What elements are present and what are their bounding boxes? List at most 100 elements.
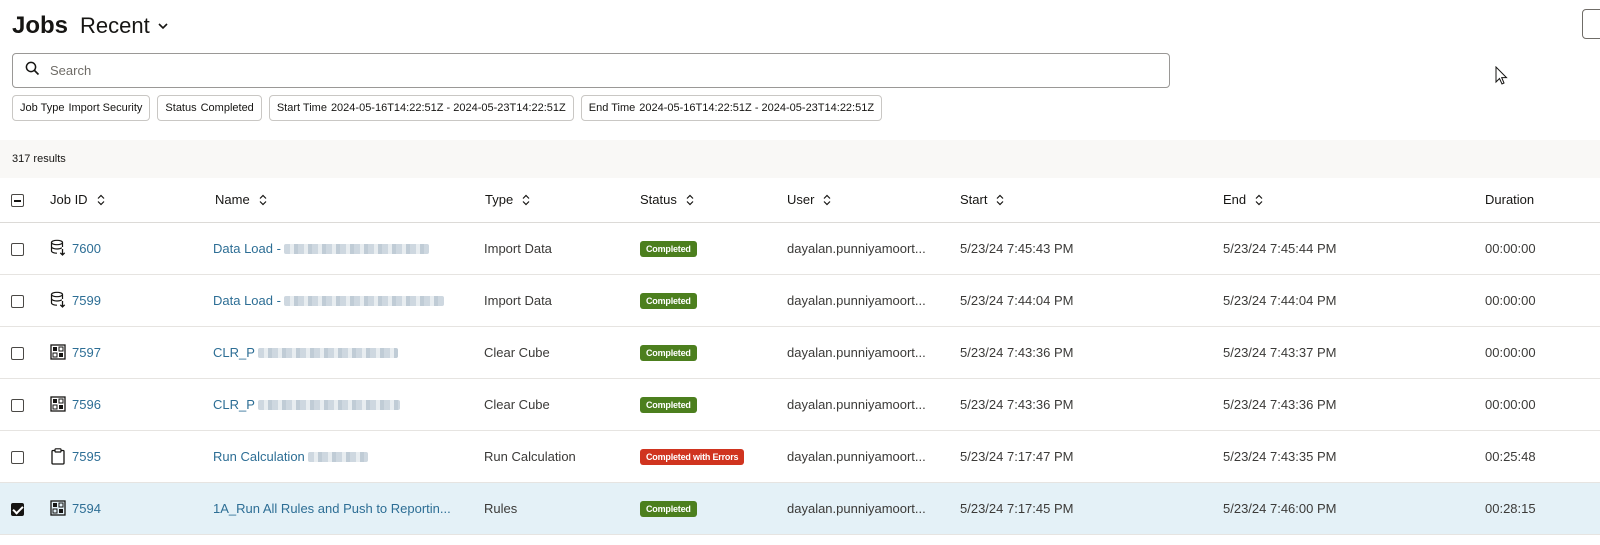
row-checkbox[interactable] <box>11 398 24 412</box>
job-type: Clear Cube <box>472 378 628 431</box>
job-name: Data Load - <box>213 292 281 308</box>
job-name-link[interactable]: CLR_P <box>213 345 472 360</box>
row-checkbox[interactable] <box>11 294 24 308</box>
job-start: 5/23/24 7:43:36 PM <box>953 378 1216 431</box>
job-duration: 00:25:48 <box>1478 430 1600 483</box>
row-checkbox[interactable] <box>11 346 24 360</box>
sort-icon <box>521 194 531 206</box>
job-name: Data Load - <box>213 240 281 256</box>
mouse-pointer-icon <box>1495 65 1509 91</box>
sort-icon <box>96 194 106 206</box>
job-end: 5/23/24 7:45:44 PM <box>1216 222 1478 275</box>
column-header-name[interactable]: Name <box>215 192 472 207</box>
row-checkbox[interactable] <box>11 242 24 256</box>
table-row[interactable]: 7599 Data Load - Import Data Completed d… <box>0 274 1600 327</box>
job-end: 5/23/24 7:44:04 PM <box>1216 274 1478 327</box>
row-checkbox[interactable] <box>11 450 24 464</box>
filter-chips: Job Type Import Security Status Completed … <box>12 95 883 121</box>
job-name-link[interactable]: Data Load - <box>213 241 472 256</box>
table-header-row: Job ID Name Type Status User Start End D… <box>0 178 1600 223</box>
job-type: Import Data <box>472 222 628 275</box>
status-badge: Completed <box>640 292 697 309</box>
job-user: dayalan.punniyamoort... <box>778 326 953 379</box>
job-duration: 00:00:00 <box>1478 222 1600 275</box>
job-start: 5/23/24 7:44:04 PM <box>953 274 1216 327</box>
select-all-checkbox[interactable] <box>11 194 24 208</box>
job-duration: 00:00:00 <box>1478 326 1600 379</box>
job-name-link[interactable]: Data Load - <box>213 293 472 308</box>
table-row[interactable]: 7594 1A_Run All Rules and Push to Report… <box>0 482 1600 535</box>
page-title: Jobs <box>12 12 69 39</box>
job-end: 5/23/24 7:46:00 PM <box>1216 482 1478 535</box>
table-row[interactable]: 7600 Data Load - Import Data Completed d… <box>0 222 1600 275</box>
view-selector[interactable]: Recent <box>80 13 170 39</box>
sort-icon <box>995 194 1005 206</box>
column-header-type[interactable]: Type <box>485 192 628 207</box>
status-badge: Completed <box>640 396 697 413</box>
job-name-link[interactable]: CLR_P <box>213 397 472 412</box>
clipboard-icon <box>50 447 66 465</box>
database-import-icon <box>50 239 66 257</box>
job-duration: 00:00:00 <box>1478 378 1600 431</box>
job-type: Run Calculation <box>472 430 628 483</box>
job-id-link[interactable]: 7600 <box>72 241 101 256</box>
sort-icon <box>685 194 695 206</box>
job-end: 5/23/24 7:43:35 PM <box>1216 430 1478 483</box>
job-name-link[interactable]: Run Calculation <box>213 449 472 464</box>
job-type: Rules <box>472 482 628 535</box>
redacted-text <box>283 296 444 307</box>
job-id-link[interactable]: 7597 <box>72 345 101 360</box>
column-header-duration[interactable]: Duration <box>1485 192 1600 207</box>
job-duration: 00:28:15 <box>1478 482 1600 535</box>
job-user: dayalan.punniyamoort... <box>778 222 953 275</box>
column-header-status[interactable]: Status <box>640 192 778 207</box>
job-start: 5/23/24 7:17:45 PM <box>953 482 1216 535</box>
job-type: Clear Cube <box>472 326 628 379</box>
column-header-start[interactable]: Start <box>960 192 1216 207</box>
sort-icon <box>822 194 832 206</box>
job-id-link[interactable]: 7596 <box>72 397 101 412</box>
job-start: 5/23/24 7:43:36 PM <box>953 326 1216 379</box>
sort-icon <box>258 194 268 206</box>
status-badge: Completed <box>640 344 697 361</box>
redacted-text <box>257 348 398 359</box>
toolbar-action-button[interactable] <box>1582 9 1600 39</box>
row-checkbox[interactable] <box>11 502 24 516</box>
redacted-text <box>257 400 400 411</box>
status-badge: Completed with Errors <box>640 448 745 465</box>
results-count: 317 results <box>12 153 66 165</box>
chevron-down-icon <box>156 19 170 33</box>
filter-chip-status[interactable]: Status Completed <box>157 95 262 121</box>
results-count-bar: 317 results <box>0 140 1600 178</box>
job-name: CLR_P <box>213 396 255 412</box>
job-start: 5/23/24 7:45:43 PM <box>953 222 1216 275</box>
job-name: CLR_P <box>213 344 255 360</box>
job-user: dayalan.punniyamoort... <box>778 482 953 535</box>
job-name: Run Calculation <box>213 448 305 464</box>
search-input[interactable] <box>50 63 1169 78</box>
job-name-link[interactable]: 1A_Run All Rules and Push to Reportin... <box>213 501 472 516</box>
table-row[interactable]: 7595 Run Calculation Run Calculation Com… <box>0 430 1600 483</box>
filter-chip-job-type[interactable]: Job Type Import Security <box>12 95 151 121</box>
job-name: 1A_Run All Rules and Push to Reportin... <box>213 500 451 516</box>
job-user: dayalan.punniyamoort... <box>778 378 953 431</box>
filter-chip-end-time[interactable]: End Time 2024-05-16T14:22:51Z - 2024-05-2… <box>580 95 883 121</box>
job-id-link[interactable]: 7595 <box>72 449 101 464</box>
cube-grid-icon <box>50 500 66 516</box>
filter-chip-start-time[interactable]: Start Time 2024-05-16T14:22:51Z - 2024-05… <box>268 95 574 121</box>
table-row[interactable]: 7597 CLR_P Clear Cube Completed dayalan.… <box>0 326 1600 379</box>
job-id-link[interactable]: 7594 <box>72 501 101 516</box>
table-row[interactable]: 7596 CLR_P Clear Cube Completed dayalan.… <box>0 378 1600 431</box>
job-user: dayalan.punniyamoort... <box>778 274 953 327</box>
search-field[interactable] <box>12 53 1170 88</box>
job-id-link[interactable]: 7599 <box>72 293 101 308</box>
column-header-end[interactable]: End <box>1223 192 1478 207</box>
cube-grid-icon <box>50 344 66 360</box>
status-badge: Completed <box>640 240 697 257</box>
database-import-icon <box>50 291 66 309</box>
column-header-job-id[interactable]: Job ID <box>50 192 202 207</box>
column-header-user[interactable]: User <box>787 192 953 207</box>
status-badge: Completed <box>640 500 697 517</box>
job-duration: 00:00:00 <box>1478 274 1600 327</box>
job-user: dayalan.punniyamoort... <box>778 430 953 483</box>
